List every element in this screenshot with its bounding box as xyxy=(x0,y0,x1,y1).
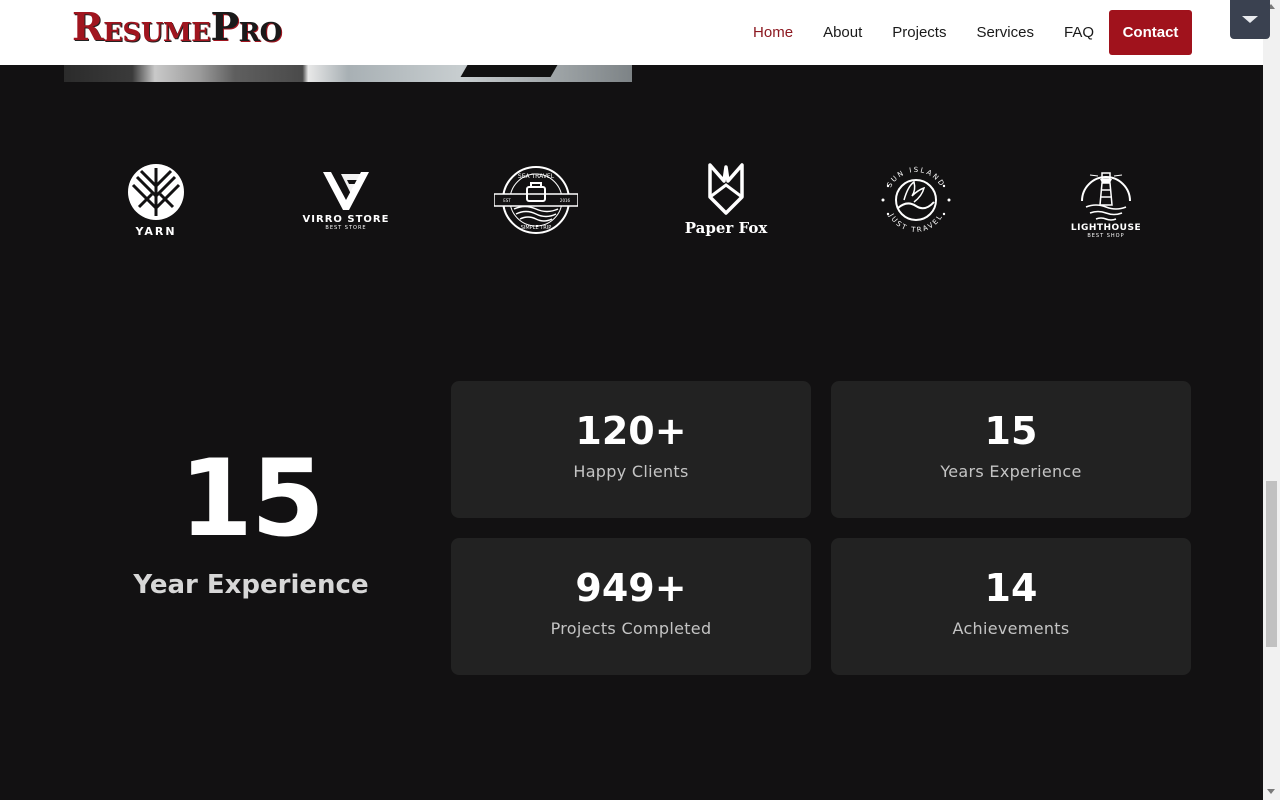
stat-label: Achievements xyxy=(952,619,1070,638)
brand-name: SUN ISLAND xyxy=(885,166,944,189)
hero-photo-edge xyxy=(64,65,632,82)
brand-logo-lighthouse: LIGHTHOUSE BEST SHOP xyxy=(1046,150,1166,250)
scrollbar-thumb[interactable] xyxy=(1266,481,1277,647)
logo-text-resume: ESUME xyxy=(103,18,211,48)
svg-text:JUST TRAVEL: JUST TRAVEL xyxy=(887,211,945,234)
site-header: R ESUME P RO Home About Projects Services F… xyxy=(0,0,1263,65)
experience-value: 15 xyxy=(179,437,325,560)
nav-home[interactable]: Home xyxy=(753,24,793,41)
stat-card-achievements: 14 Achievements xyxy=(831,538,1191,675)
page-scrollbar[interactable] xyxy=(1263,0,1280,800)
brand-name: LIGHTHOUSE xyxy=(1070,223,1142,233)
svg-text:SUN ISLAND: SUN ISLAND xyxy=(885,166,946,189)
brand-logo-sun-island: SUN ISLAND JUST TRAVEL xyxy=(856,150,976,250)
brand-tagline: SIMPLE TRIP xyxy=(521,225,552,231)
virro-v-icon xyxy=(323,171,369,210)
dropdown-toggle-button[interactable] xyxy=(1230,0,1270,39)
stat-label: Projects Completed xyxy=(550,619,712,638)
caret-down-icon xyxy=(1242,16,1258,23)
stat-value: 120+ xyxy=(575,409,687,453)
stat-value: 15 xyxy=(984,409,1038,453)
stat-card-happy-clients: 120+ Happy Clients xyxy=(451,381,811,518)
brand-logo-sea-travel: SEA TRAVEL SIMPLE TRIP EST 2016 xyxy=(476,150,596,250)
brand-name: YARN xyxy=(135,224,177,238)
sea-travel-badge-icon: SEA TRAVEL SIMPLE TRIP EST 2016 xyxy=(494,166,578,234)
lighthouse-icon xyxy=(1081,172,1131,221)
logo-letter-r: R xyxy=(72,4,104,49)
stat-card-projects-completed: 949+ Projects Completed xyxy=(451,538,811,675)
brand-logo-paper-fox: Paper Fox xyxy=(666,150,786,250)
client-logos: YARN VIRRO STORE BEST STORE SEA TRAVEL S… xyxy=(60,150,1200,250)
sun-island-badge-icon: SUN ISLAND JUST TRAVEL xyxy=(881,166,951,234)
fox-icon xyxy=(708,163,744,215)
main-nav: Home About Projects Services FAQ Contact xyxy=(723,10,1192,55)
nav-faq[interactable]: FAQ xyxy=(1064,24,1094,41)
brand-tagline: JUST TRAVEL xyxy=(887,211,943,234)
site-logo[interactable]: R ESUME P RO xyxy=(72,4,283,49)
brand-name: VIRRO STORE xyxy=(302,213,390,225)
nav-projects[interactable]: Projects xyxy=(892,24,946,41)
brand-year: 2016 xyxy=(560,198,571,203)
scroll-down-arrow-icon[interactable] xyxy=(1267,789,1275,794)
brand-tagline: BEST STORE xyxy=(325,224,367,231)
logo-text-pro: RO xyxy=(238,18,283,48)
brand-tagline: BEST SHOP xyxy=(1087,233,1125,239)
logo-letter-p: P xyxy=(210,4,239,49)
stat-label: Happy Clients xyxy=(573,462,689,481)
contact-button[interactable]: Contact xyxy=(1109,10,1192,55)
stat-card-years-experience: 15 Years Experience xyxy=(831,381,1191,518)
experience-label: Year Experience xyxy=(133,570,369,600)
nav-services[interactable]: Services xyxy=(976,24,1034,41)
stat-value: 949+ xyxy=(575,566,687,610)
brand-est: EST xyxy=(503,198,511,203)
brand-name: Paper Fox xyxy=(684,219,768,237)
brand-logo-yarn: YARN xyxy=(96,150,216,250)
stat-label: Years Experience xyxy=(940,462,1082,481)
brand-logo-virro-store: VIRRO STORE BEST STORE xyxy=(286,150,406,250)
nav-about[interactable]: About xyxy=(823,24,862,41)
yarn-ball-icon xyxy=(128,163,184,220)
stat-value: 14 xyxy=(984,566,1038,610)
brand-name: SEA TRAVEL xyxy=(518,173,555,180)
